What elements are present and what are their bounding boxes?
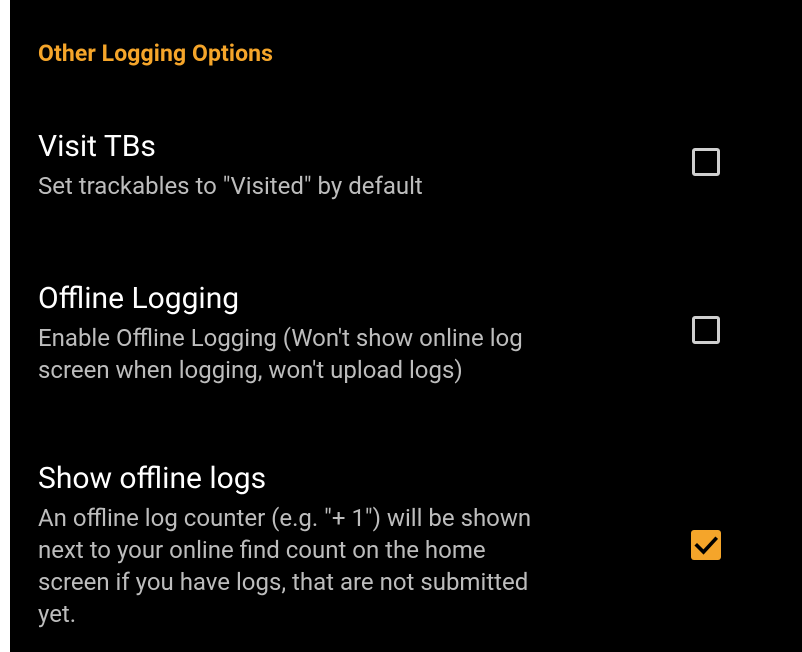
offline-logging-checkbox[interactable] <box>692 316 720 344</box>
visit-tbs-checkbox[interactable] <box>692 148 720 176</box>
summary-line: An offline log counter (e.g. "+ 1") will… <box>38 504 532 532</box>
preference-title: Show offline logs <box>38 461 267 496</box>
preference-show-offline-logs[interactable]: Show offline logs An offline log counter… <box>38 460 658 630</box>
settings-panel: Other Logging Options Visit TBs Set trac… <box>10 0 802 652</box>
preference-visit-tbs[interactable]: Visit TBs Set trackables to "Visited" by… <box>38 128 658 202</box>
summary-line: Enable Offline Logging (Won't show onlin… <box>38 324 523 352</box>
section-header: Other Logging Options <box>38 40 274 67</box>
summary-line: next to your online find count on the ho… <box>38 536 486 564</box>
preference-summary: Set trackables to "Visited" by default <box>38 172 423 200</box>
preference-summary: An offline log counter (e.g. "+ 1") will… <box>38 502 658 630</box>
preference-title: Visit TBs <box>38 129 156 164</box>
show-offline-logs-checkbox[interactable] <box>691 530 721 560</box>
summary-line: screen when logging, won't upload logs) <box>38 356 463 384</box>
preference-summary: Enable Offline Logging (Won't show onlin… <box>38 322 658 386</box>
preference-offline-logging[interactable]: Offline Logging Enable Offline Logging (… <box>38 280 658 386</box>
summary-line: screen if you have logs, that are not su… <box>38 568 529 596</box>
summary-line: yet. <box>38 600 77 628</box>
check-icon <box>694 536 719 555</box>
preference-title: Offline Logging <box>38 281 240 316</box>
